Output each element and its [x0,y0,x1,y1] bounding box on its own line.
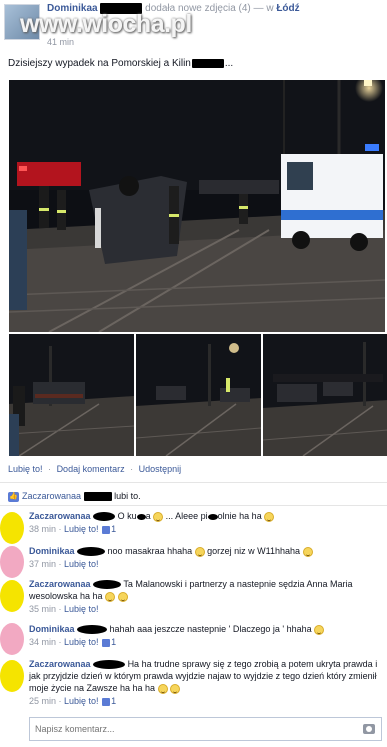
comment-like-link[interactable]: Lubię to! [64,696,99,706]
post-text-tail: ... [224,58,234,69]
smiley-icon [170,683,181,694]
commenter-avatar[interactable] [0,623,24,655]
main-photo[interactable] [9,80,385,332]
comment-meta: 38 min · Lubię to! 1 [29,524,117,534]
commenter-name[interactable]: Zaczarowanaa [29,659,91,669]
smiley-icon [153,511,164,522]
thumbs-up-icon [102,525,111,534]
redacted-surname [93,512,116,522]
thumbs-up-icon [102,697,111,706]
commenter-name[interactable]: Dominikaa [29,546,75,556]
smiley-icon [194,546,205,557]
smiley-icon [105,591,116,602]
viewer-avatar [0,717,24,741]
comment-text: noo masakraa hhaha [107,546,193,556]
censor-mark [207,513,218,520]
censor-mark [136,513,146,520]
smiley-icon [117,591,128,602]
like-count[interactable]: 1 [111,696,116,706]
comment-input[interactable] [30,718,350,740]
comment-meta: 35 min · Lubię to! [29,604,99,614]
comment-like-link[interactable]: Lubię to! [64,559,99,569]
actions-separator: · [48,464,52,474]
post-text: Dzisiejszy wypadek na Pomorskiej a Kilin… [8,58,233,69]
post-timestamp[interactable]: 41 min [47,37,74,47]
comment-text: ... Aleee pi [165,511,208,521]
like-count[interactable]: 1 [111,524,116,534]
comment-body: Dominikaa noo masakraa hhaha gorzej niz … [29,545,381,570]
thumbs-up-icon [102,638,111,647]
comment-time[interactable]: 35 min [29,604,56,614]
commenter-name[interactable]: Zaczarowanaa [29,511,91,521]
watermark: www.wiocha.pl [20,10,192,38]
redacted-surname [83,492,112,502]
accident-scene-photo [9,80,385,332]
actions-separator: · [130,464,134,474]
comment-time[interactable]: 25 min [29,696,56,706]
comment-like-link[interactable]: Lubię to! [64,637,99,647]
comment-text: a [145,511,151,521]
commenter-avatar[interactable] [0,546,24,578]
photo-thumb-1[interactable] [9,334,134,456]
post-header: Dominikaa dodała nowe zdjęcia (4) — w Łó… [0,0,387,52]
author-name[interactable]: Dominikaa [47,3,98,14]
thumbs-up-icon: 👍 [8,491,19,502]
comment-text: O ku [117,511,137,521]
post-comment-link[interactable]: Dodaj komentarz [57,464,125,474]
post-header-line: Dominikaa dodała nowe zdjęcia (4) — w Łó… [47,3,300,14]
redacted-surname [100,3,143,14]
like-count[interactable]: 1 [111,637,116,647]
thumb-photo-2 [136,334,261,456]
comment-body: Zaczarowanaa O ku a ... Aleee pi olnie ha … [29,510,381,535]
smiley-icon [302,546,313,557]
redacted-street [191,58,224,68]
comment-time[interactable]: 34 min [29,637,56,647]
comment-text: hahah aaa jeszcze nastepnie ' Dlaczego j… [109,624,312,634]
camera-icon[interactable] [363,724,375,734]
likes-suffix: lubi to. [114,491,141,501]
commenter-name[interactable]: Zaczarowanaa [29,579,91,589]
photo-thumb-3[interactable] [263,334,387,456]
post-share-link[interactable]: Udostępnij [139,464,182,474]
comment-text: olnie ha ha [217,511,262,521]
liker-name[interactable]: Zaczarowanaa [22,491,81,501]
comment-meta: 37 min · Lubię to! [29,559,99,569]
likes-row: 👍 Zaczarowanaa lubi to. [8,491,141,502]
redacted-surname [93,580,122,590]
location-link[interactable]: Łódź [276,3,299,14]
redacted-surname [93,660,126,670]
comment-like-link[interactable]: Lubię to! [64,604,99,614]
comment-body: Zaczarowanaa Ta Malanowski i partnerzy a… [29,578,381,615]
post-like-link[interactable]: Lubię to! [8,464,43,474]
commenter-name[interactable]: Dominikaa [29,624,75,634]
post-action-text: dodała nowe zdjęcia (4) — w [145,3,274,15]
redacted-surname [77,547,106,557]
commenter-avatar[interactable] [0,580,24,612]
comment-meta: 25 min · Lubię to! 1 [29,696,117,706]
smiley-icon [157,683,168,694]
comment-text: gorzej niz w W11hhaha [207,546,301,556]
author-avatar[interactable] [4,4,40,40]
divider [0,482,387,483]
comment-time[interactable]: 37 min [29,559,56,569]
thumb-photo-3 [263,334,387,456]
smiley-icon [264,511,275,522]
divider [0,505,387,506]
post-actions: Lubię to! · Dodaj komentarz · Udostępnij [8,464,184,474]
commenter-avatar[interactable] [0,512,24,544]
smiley-icon [314,624,325,635]
comment-compose [29,717,382,741]
comment-meta: 34 min · Lubię to! 1 [29,637,117,647]
commenter-avatar[interactable] [0,660,24,692]
comment-body: Dominikaa hahah aaa jeszcze nastepnie ' … [29,623,381,648]
thumb-photo-1 [9,334,134,456]
photo-thumb-2[interactable] [136,334,261,456]
comment-time[interactable]: 38 min [29,524,56,534]
post-text-main: Dzisiejszy wypadek na Pomorskiej a Kilin [8,58,191,69]
comment-body: Zaczarowanaa Ha ha trudne sprawy się z t… [29,658,381,707]
comment-like-link[interactable]: Lubię to! [64,524,99,534]
redacted-surname [77,625,108,635]
